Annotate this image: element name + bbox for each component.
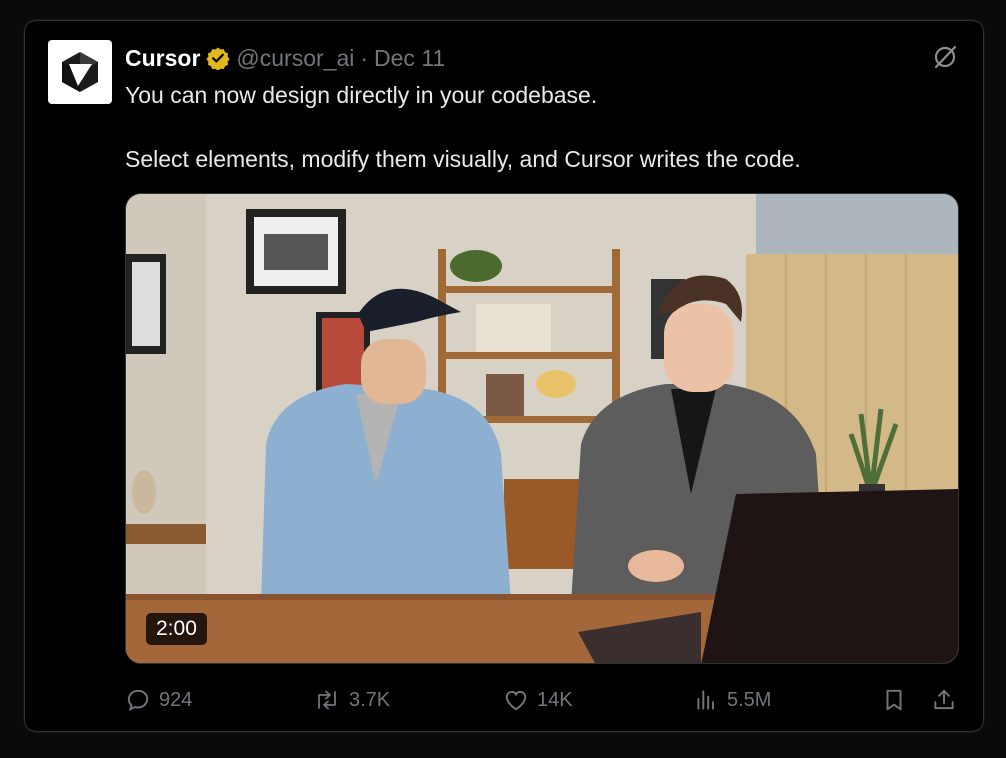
reply-button[interactable]: 924 xyxy=(125,681,192,719)
video-player[interactable]: 2:00 xyxy=(125,193,959,664)
tweet-date[interactable]: Dec 11 xyxy=(374,45,445,72)
cursor-logo-icon xyxy=(62,52,98,92)
author-name[interactable]: Cursor xyxy=(125,45,200,72)
views-button[interactable]: 5.5M xyxy=(693,681,771,719)
repost-count: 3.7K xyxy=(349,688,391,711)
verified-badge-icon xyxy=(206,46,231,70)
tweet-text-line-1: You can now design directly in your code… xyxy=(125,82,598,108)
views-icon xyxy=(697,690,715,710)
author-handle[interactable]: @cursor_ai xyxy=(236,45,354,72)
author-avatar[interactable] xyxy=(48,40,112,104)
reply-count: 924 xyxy=(159,688,193,711)
tweet-header: Cursor @cursor_ai · Dec 11 xyxy=(125,43,445,73)
tweet-text-line-2: Select elements, modify them visually, a… xyxy=(125,146,801,172)
repost-button[interactable]: 3.7K xyxy=(313,681,390,719)
share-icon xyxy=(934,689,954,710)
share-button[interactable] xyxy=(931,681,957,719)
repost-icon xyxy=(318,690,336,710)
video-thumbnail xyxy=(126,194,958,663)
views-count: 5.5M xyxy=(727,688,772,711)
tweet-actions: 924 3.7K 14K 5.5M xyxy=(125,681,961,719)
tweet-card[interactable]: Cursor @cursor_ai · Dec 11 You can now d… xyxy=(24,20,984,732)
video-duration-badge: 2:00 xyxy=(146,613,207,645)
header-separator: · xyxy=(360,44,369,71)
tweet-text: You can now design directly in your code… xyxy=(125,79,945,175)
like-count: 14K xyxy=(537,688,573,711)
like-button[interactable]: 14K xyxy=(503,681,573,719)
grok-icon[interactable] xyxy=(931,43,959,71)
heart-icon xyxy=(505,690,527,711)
reply-icon xyxy=(127,689,149,711)
bookmark-button[interactable] xyxy=(881,681,907,719)
bookmark-icon xyxy=(886,689,902,711)
